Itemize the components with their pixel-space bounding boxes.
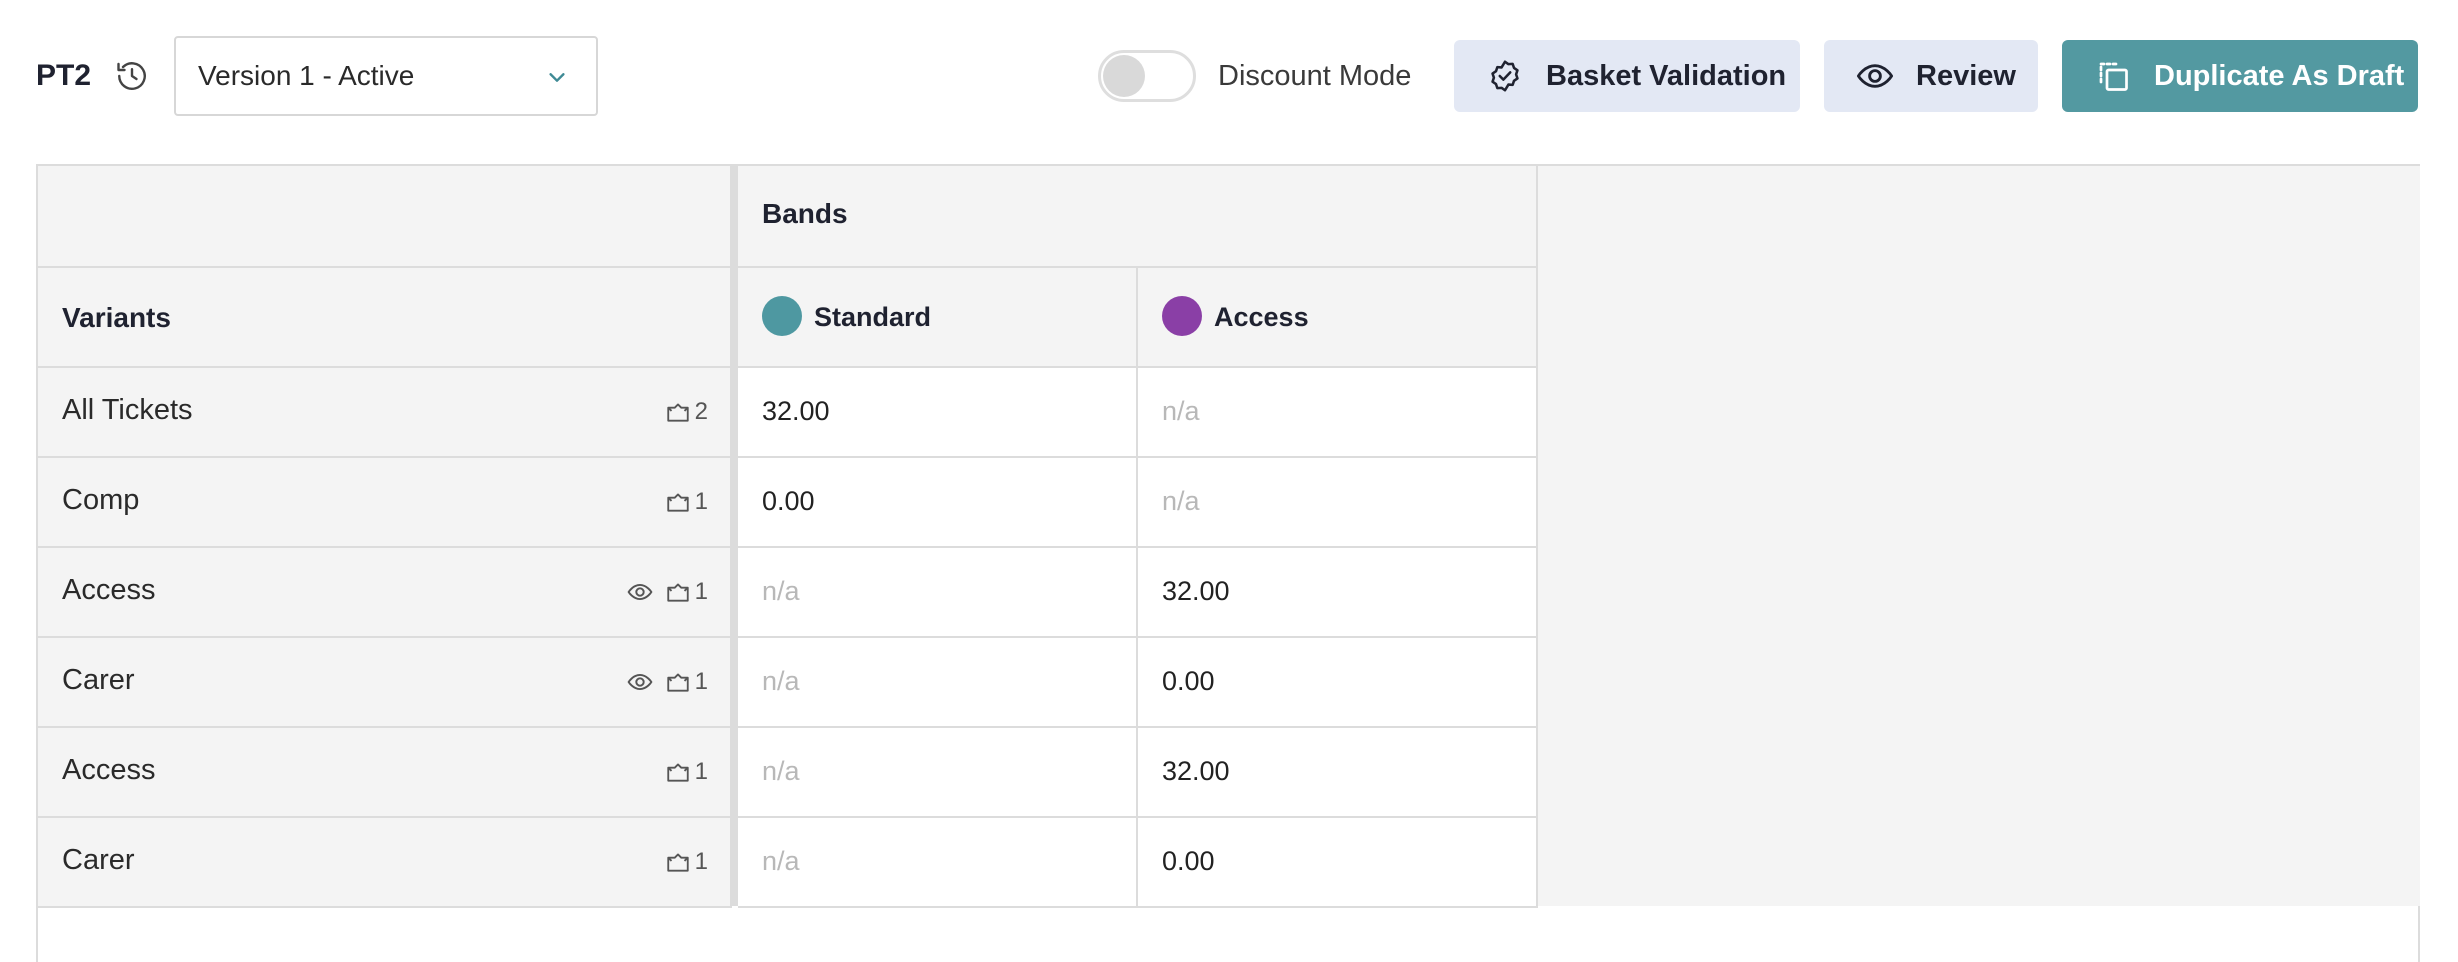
- page-title: PT2: [36, 59, 92, 92]
- variants-header: Variants: [62, 302, 171, 333]
- discount-mode-toggle[interactable]: [1098, 50, 1196, 102]
- price-cell[interactable]: n/a: [738, 728, 1138, 818]
- toolbar: PT2 Version 1 - Active Discount Mode Bas…: [0, 0, 2458, 152]
- price-cell[interactable]: 32.00: [1138, 728, 1538, 818]
- price-cell[interactable]: 0.00: [738, 458, 1138, 548]
- bands-header-cell: Bands: [738, 166, 1538, 268]
- eye-icon[interactable]: [627, 669, 653, 695]
- price-cell[interactable]: n/a: [738, 548, 1138, 638]
- variant-label: Carer: [62, 664, 135, 696]
- price-value: n/a: [762, 756, 800, 786]
- variant-row-icons: 1: [627, 668, 708, 696]
- price-value: 0.00: [1162, 846, 1215, 876]
- ticket-icon: [665, 759, 691, 785]
- price-value: 0.00: [762, 486, 815, 516]
- version-select-value: Version 1 - Active: [198, 60, 415, 91]
- price-value: 32.00: [762, 396, 830, 426]
- ticket-count: 1: [665, 578, 708, 606]
- variants-header-cell: Variants: [38, 268, 732, 368]
- price-value: n/a: [762, 666, 800, 696]
- review-button[interactable]: Review: [1824, 40, 2038, 112]
- price-value: 32.00: [1162, 576, 1230, 606]
- variant-row-cell[interactable]: Access 1: [38, 728, 732, 818]
- ticket-count: 2: [665, 398, 708, 426]
- badge-check-icon: [1486, 57, 1524, 95]
- ticket-icon: [665, 399, 691, 425]
- ticket-count: 1: [665, 848, 708, 876]
- ticket-count-value: 1: [694, 758, 708, 785]
- ticket-count-value: 1: [694, 578, 708, 605]
- ticket-count-value: 1: [694, 668, 708, 695]
- variant-row-icons: 1: [665, 488, 708, 516]
- price-cell[interactable]: 0.00: [1138, 818, 1538, 908]
- variant-row-cell[interactable]: Carer 1: [38, 818, 732, 908]
- corner-header-cell: [38, 166, 732, 268]
- price-cell[interactable]: n/a: [738, 638, 1138, 728]
- ticket-count-value: 2: [694, 398, 708, 425]
- price-value: n/a: [762, 846, 800, 876]
- basket-validation-label: Basket Validation: [1546, 59, 1787, 92]
- price-cell[interactable]: n/a: [738, 818, 1138, 908]
- variant-label: All Tickets: [62, 394, 193, 426]
- pricing-grid: Bands Variants Standard Access All Ticke…: [36, 164, 2420, 962]
- eye-icon[interactable]: [627, 579, 653, 605]
- duplicate-as-draft-label: Duplicate As Draft: [2154, 59, 2405, 92]
- price-value: n/a: [762, 576, 800, 606]
- ticket-icon: [665, 579, 691, 605]
- price-cell[interactable]: 0.00: [1138, 638, 1538, 728]
- chevron-down-icon: [546, 66, 568, 88]
- variant-label: Access: [62, 754, 156, 786]
- price-cell[interactable]: 32.00: [1138, 548, 1538, 638]
- variant-row-icons: 1: [665, 848, 708, 876]
- variant-row-cell[interactable]: Comp 1: [38, 458, 732, 548]
- variant-row-cell[interactable]: Carer 1: [38, 638, 732, 728]
- ticket-icon: [665, 669, 691, 695]
- ticket-icon: [665, 489, 691, 515]
- duplicate-icon: [2094, 57, 2132, 95]
- duplicate-as-draft-button[interactable]: Duplicate As Draft: [2062, 40, 2418, 112]
- band-header-access[interactable]: Access: [1138, 268, 1538, 368]
- band-color-dot: [762, 296, 802, 336]
- price-value: n/a: [1162, 486, 1200, 516]
- bands-header: Bands: [762, 198, 848, 229]
- history-icon[interactable]: [114, 58, 150, 94]
- ticket-count: 1: [665, 758, 708, 786]
- price-value: 32.00: [1162, 756, 1230, 786]
- variant-row-cell[interactable]: Access 1: [38, 548, 732, 638]
- variant-label: Access: [62, 574, 156, 606]
- variant-row-cell[interactable]: All Tickets 2: [38, 368, 732, 458]
- price-cell[interactable]: 32.00: [738, 368, 1138, 458]
- ticket-count-value: 1: [694, 848, 708, 875]
- eye-icon: [1856, 57, 1894, 95]
- toggle-knob: [1103, 55, 1145, 97]
- ticket-count: 1: [665, 488, 708, 516]
- review-label: Review: [1916, 59, 2016, 92]
- basket-validation-button[interactable]: Basket Validation: [1454, 40, 1800, 112]
- price-value: 0.00: [1162, 666, 1215, 696]
- band-name: Standard: [814, 302, 932, 332]
- price-value: n/a: [1162, 396, 1200, 426]
- variant-row-icons: 1: [627, 578, 708, 606]
- band-color-dot: [1162, 296, 1202, 336]
- band-name: Access: [1214, 302, 1309, 332]
- band-header-standard[interactable]: Standard: [738, 268, 1138, 368]
- variant-row-icons: 1: [665, 758, 708, 786]
- price-cell[interactable]: n/a: [1138, 368, 1538, 458]
- discount-mode-label: Discount Mode: [1218, 60, 1412, 92]
- ticket-icon: [665, 849, 691, 875]
- price-cell[interactable]: n/a: [1138, 458, 1538, 548]
- version-select[interactable]: Version 1 - Active: [174, 36, 598, 116]
- variant-label: Comp: [62, 484, 140, 516]
- variant-row-icons: 2: [665, 398, 708, 426]
- ticket-count-value: 1: [694, 488, 708, 515]
- variant-label: Carer: [62, 844, 135, 876]
- ticket-count: 1: [665, 668, 708, 696]
